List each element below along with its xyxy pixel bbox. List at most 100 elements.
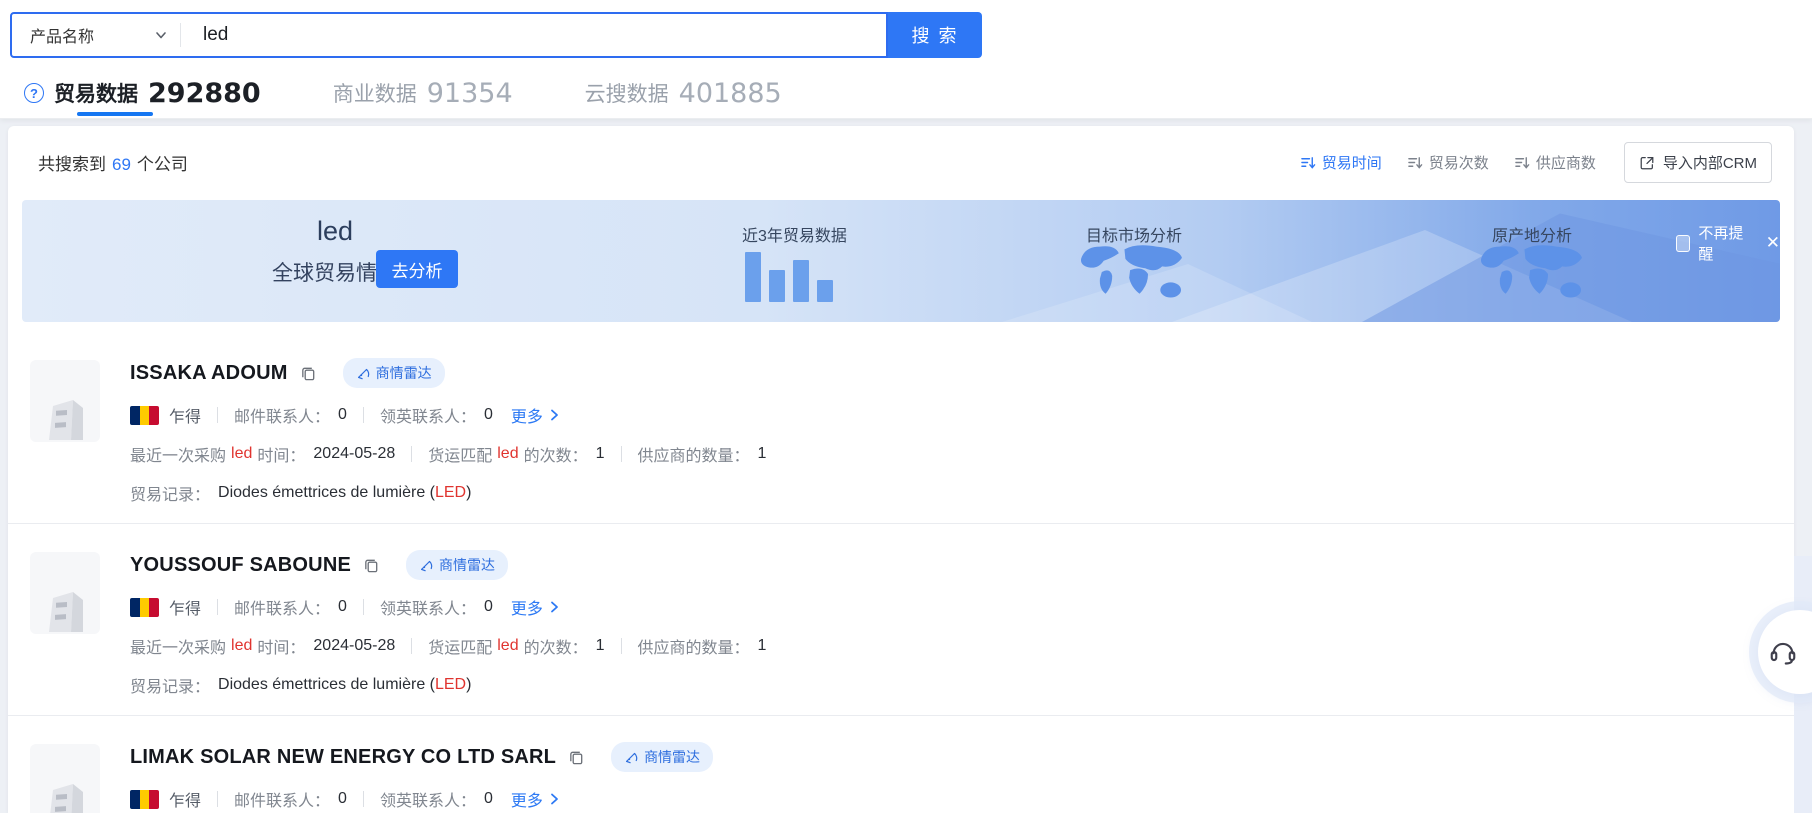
record-text: Diodes émettrices de lumière ( [218, 484, 435, 501]
bar-chart-icon [745, 252, 841, 302]
dismiss-checkbox[interactable] [1676, 235, 1690, 252]
keyword-highlight: led [497, 445, 518, 463]
business-radar-badge[interactable]: 商情雷达 [406, 550, 508, 580]
linkedin-contacts-label: 领英联系人： [380, 595, 476, 619]
active-tab-underline [77, 112, 153, 116]
linkedin-contacts-label: 领英联系人： [380, 787, 476, 811]
headset-icon [1768, 637, 1798, 667]
data-tabs: ? 贸易数据 292880 商业数据 91354 云搜数据 401885 [24, 68, 782, 118]
company-name[interactable]: ISSAKA ADOUM [130, 362, 288, 385]
contact-row: 乍得 邮件联系人： 0 领英联系人： 0 更多 [130, 787, 1764, 811]
company-thumbnail [30, 360, 100, 442]
sort-label: 贸易次数 [1429, 152, 1489, 173]
import-crm-button[interactable]: 导入内部CRM [1624, 142, 1772, 183]
email-contacts-value: 0 [338, 598, 347, 616]
building-icon [39, 770, 91, 813]
analyze-button[interactable]: 去分析 [376, 250, 458, 288]
help-icon[interactable]: ? [24, 83, 44, 103]
import-icon [1639, 155, 1655, 171]
supplier-count: 1 [758, 637, 767, 655]
tab-business-data[interactable]: 商业数据 91354 [333, 68, 513, 118]
sort-icon [1408, 155, 1423, 170]
content-background: 共搜索到69个公司 贸易时间 贸易次数 供应商数 导入内部CRM [0, 119, 1812, 813]
supplier-count: 1 [758, 445, 767, 463]
search-input[interactable] [181, 14, 886, 56]
chevron-down-icon [154, 28, 168, 42]
last-purchase-label-pre: 最近一次采购 [130, 442, 226, 466]
contact-row: 乍得 邮件联系人： 0 领英联系人： 0 更多 [130, 403, 1764, 427]
trade-record-value: Diodes émettrices de lumière (LED) [218, 484, 471, 502]
email-contacts-label: 邮件联系人： [234, 595, 330, 619]
more-link[interactable]: 更多 [511, 787, 561, 811]
tab-trade-data[interactable]: ? 贸易数据 292880 [24, 68, 261, 118]
more-label: 更多 [511, 595, 543, 619]
search-bar: 产品名称 [10, 12, 888, 58]
copy-icon[interactable] [363, 557, 380, 574]
tab-label: 贸易数据 [54, 78, 138, 108]
more-link[interactable]: 更多 [511, 595, 561, 619]
linkedin-contacts-value: 0 [484, 598, 493, 616]
company-card: LIMAK SOLAR NEW ENERGY CO LTD SARL 商情雷达 … [8, 716, 1794, 813]
page-header: 产品名称 搜 索 ? 贸易数据 292880 商业数据 91354 云搜数据 4… [0, 0, 1812, 119]
trade-insight-banner: led 全球贸易情况 去分析 近3年贸易数据 目标市场分析 原产地分析 不再提醒… [22, 200, 1780, 322]
country-name: 乍得 [169, 403, 201, 427]
email-contacts-label: 邮件联系人： [234, 787, 330, 811]
supplier-label: 供应商的数量： [638, 442, 750, 466]
tab-label: 云搜数据 [585, 78, 669, 108]
sort-icon [1515, 155, 1530, 170]
email-contacts-value: 0 [338, 790, 347, 808]
company-name[interactable]: LIMAK SOLAR NEW ENERGY CO LTD SARL [130, 746, 556, 769]
trade-stats-row: 最近一次采购 led 时间： 2024-05-28 货运匹配 led 的次数： … [130, 442, 1764, 466]
freight-label-pre: 货运匹配 [428, 634, 492, 658]
email-contacts-value: 0 [338, 406, 347, 424]
trade-record-value: Diodes émettrices de lumière (LED) [218, 676, 471, 694]
sort-trade-time[interactable]: 贸易时间 [1301, 152, 1382, 173]
company-name[interactable]: YOUSSOUF SABOUNE [130, 554, 351, 577]
banner-dismiss-area: 不再提醒 ✕ [1676, 222, 1780, 264]
freight-label-post: 的次数： [524, 442, 588, 466]
record-text: ) [466, 676, 471, 693]
radar-icon [356, 366, 370, 380]
linkedin-contacts-label: 领英联系人： [380, 403, 476, 427]
freight-label-post: 的次数： [524, 634, 588, 658]
building-icon [39, 386, 91, 442]
results-count-text: 共搜索到69个公司 [38, 150, 188, 175]
results-count-number: 69 [112, 155, 131, 174]
results-header: 共搜索到69个公司 贸易时间 贸易次数 供应商数 导入内部CRM [8, 126, 1794, 193]
close-icon[interactable]: ✕ [1766, 233, 1780, 253]
country-name: 乍得 [169, 787, 201, 811]
search-button[interactable]: 搜 索 [888, 12, 982, 58]
sort-label: 贸易时间 [1322, 152, 1382, 173]
world-map-icon [1472, 240, 1592, 306]
company-card: YOUSSOUF SABOUNE 商情雷达 乍得 邮件联系人： 0 领英联系人：… [8, 524, 1794, 716]
more-link[interactable]: 更多 [511, 403, 561, 427]
more-label: 更多 [511, 403, 543, 427]
sort-controls: 贸易时间 贸易次数 供应商数 导入内部CRM [1275, 142, 1772, 183]
trade-record-row: 贸易记录： Diodes émettrices de lumière (LED) [130, 673, 1764, 697]
chevron-right-icon [547, 600, 561, 614]
record-text: Diodes émettrices de lumière ( [218, 676, 435, 693]
category-select[interactable]: 产品名称 [12, 14, 180, 56]
sort-supplier-count[interactable]: 供应商数 [1515, 152, 1596, 173]
chad-flag-icon [130, 406, 159, 425]
sort-label: 供应商数 [1536, 152, 1596, 173]
email-contacts-label: 邮件联系人： [234, 403, 330, 427]
trade-record-row: 贸易记录： Diodes émettrices de lumière (LED) [130, 481, 1764, 505]
chevron-right-icon [547, 792, 561, 806]
tab-count: 292880 [148, 78, 261, 109]
business-radar-badge[interactable]: 商情雷达 [611, 742, 713, 772]
results-panel: 共搜索到69个公司 贸易时间 贸易次数 供应商数 导入内部CRM [8, 126, 1794, 813]
chad-flag-icon [130, 790, 159, 809]
badge-label: 商情雷达 [439, 555, 495, 575]
tab-cloud-search-data[interactable]: 云搜数据 401885 [585, 68, 782, 118]
business-radar-badge[interactable]: 商情雷达 [343, 358, 445, 388]
copy-icon[interactable] [568, 749, 585, 766]
trade-stats-row: 最近一次采购 led 时间： 2024-05-28 货运匹配 led 的次数： … [130, 634, 1764, 658]
banner-keyword: led [253, 216, 417, 247]
category-select-value: 产品名称 [30, 23, 154, 47]
keyword-highlight: led [231, 445, 252, 463]
keyword-highlight: led [231, 637, 252, 655]
sort-trade-count[interactable]: 贸易次数 [1408, 152, 1489, 173]
copy-icon[interactable] [300, 365, 317, 382]
company-thumbnail [30, 552, 100, 634]
